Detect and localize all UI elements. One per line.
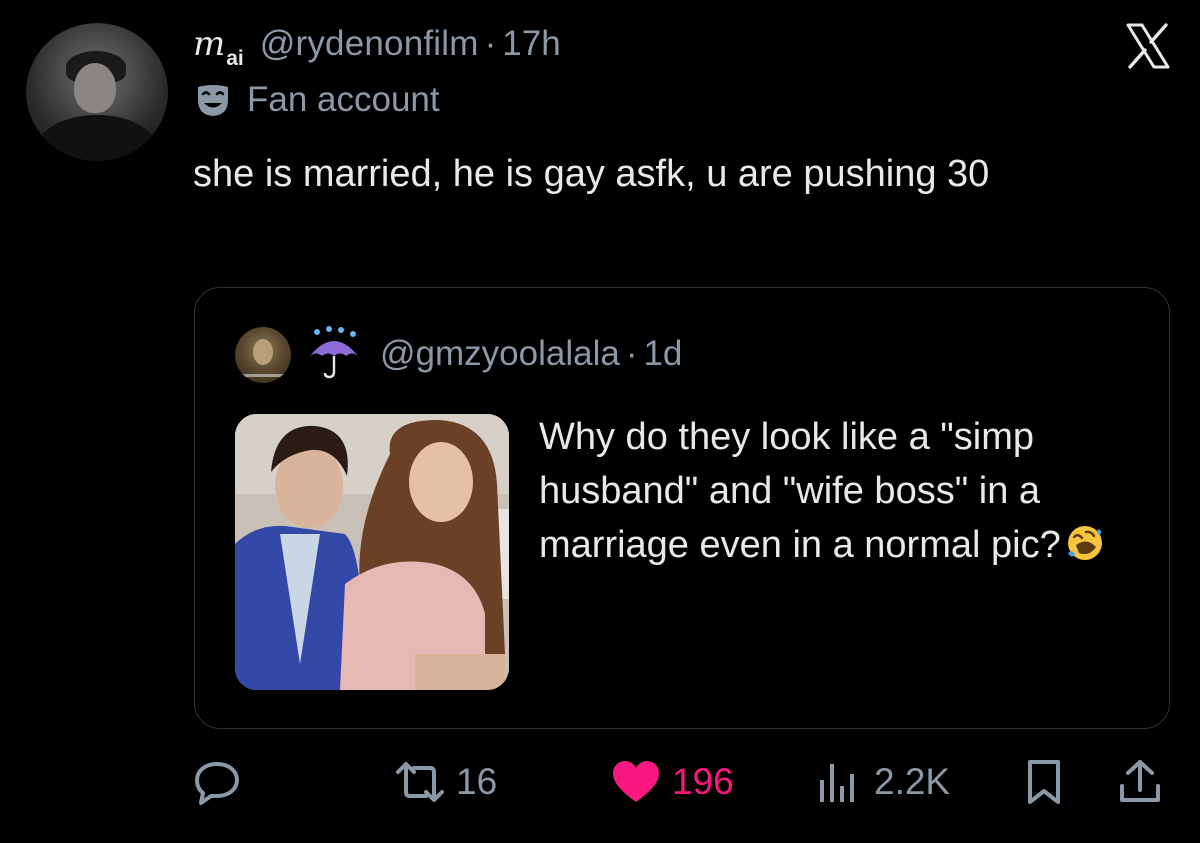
tweet-text: she is married, he is gay asfk, u are pu… [193,153,990,195]
quoted-tweet[interactable]: @gmzyoolalala · 1d Why do they look like… [194,287,1170,729]
bookmark-icon [1028,760,1060,804]
share-button[interactable] [1116,750,1164,814]
fan-mask-icon [198,85,228,116]
bookmark-button[interactable] [1024,750,1064,814]
separator-dot: · [484,24,497,63]
rolling-laughing-emoji-icon [1067,526,1102,560]
separator-dot: · [625,334,638,373]
affiliation-label: Fan account [247,80,440,119]
x-logo-icon[interactable] [1124,22,1172,70]
quoted-photo[interactable] [235,414,509,690]
quoted-text: Why do they look like a "simp husband" a… [539,410,1139,572]
tweet: m ai @rydenonfilm · 17h Fan account she … [0,0,1200,843]
reply-button[interactable] [193,750,251,814]
quoted-header: @gmzyoolalala · 1d [380,334,682,374]
post-time[interactable]: 17h [502,24,560,64]
quoted-text-body: Why do they look like a "simp husband" a… [539,416,1061,566]
like-count: 196 [672,761,734,802]
reply-icon [195,762,239,805]
views-count: 2.2K [874,761,951,802]
display-name-subscript: ai [226,47,244,70]
author-avatar[interactable] [26,23,168,161]
retweet-count: 16 [456,761,498,802]
tweet-header: m ai @rydenonfilm · 17h [193,24,561,70]
quoted-author-avatar[interactable] [235,327,291,383]
like-button[interactable]: 196 [610,750,734,814]
views-icon [820,764,854,802]
affiliation: Fan account [195,80,440,120]
views-button[interactable]: 2.2K [816,750,950,814]
author-handle[interactable]: @rydenonfilm [260,24,479,64]
umbrella-emoji-icon [310,326,358,379]
retweet-button[interactable]: 16 [394,750,497,814]
quoted-handle[interactable]: @gmzyoolalala [380,334,620,374]
heart-icon [613,761,659,802]
share-icon [1120,760,1160,802]
display-name[interactable]: m [193,24,225,64]
action-bar: 16 196 2.2K [0,750,1200,820]
quoted-time[interactable]: 1d [643,334,682,374]
retweet-icon [396,762,444,802]
